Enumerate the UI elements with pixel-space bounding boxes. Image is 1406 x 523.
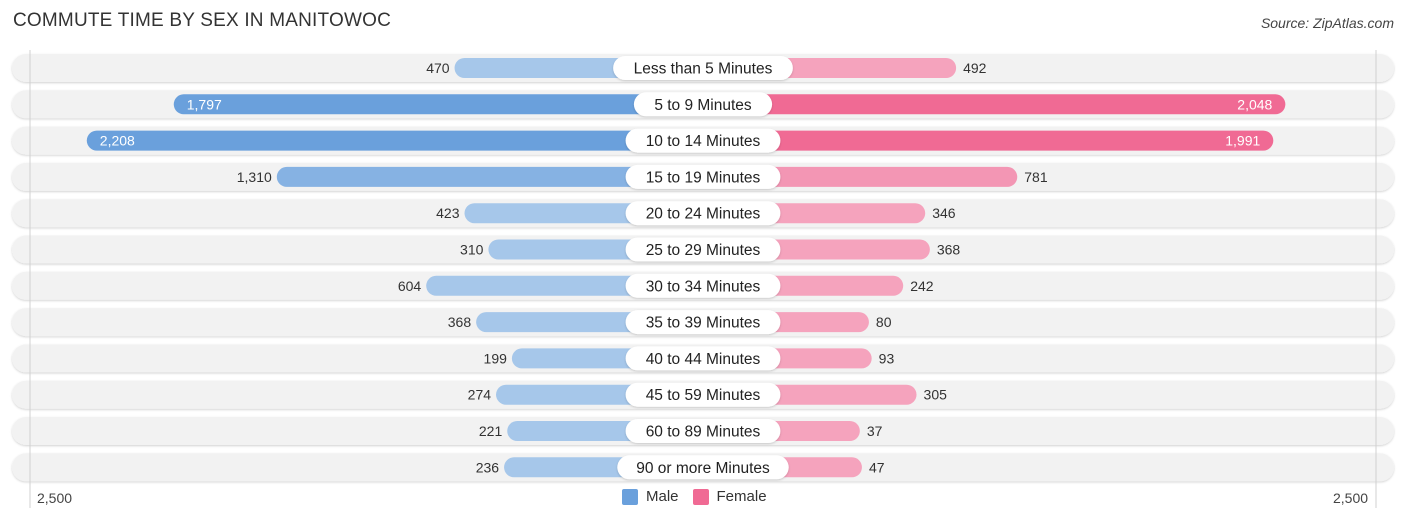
category-label: 20 to 24 Minutes (646, 206, 761, 223)
value-label-female: 2,048 (1237, 96, 1272, 112)
value-label-female: 368 (937, 242, 961, 258)
value-label-female: 242 (910, 278, 934, 294)
legend-swatch-female (692, 488, 709, 505)
value-label-female: 1,991 (1225, 133, 1260, 149)
category-label: 5 to 9 Minutes (654, 97, 752, 114)
category-label: 45 to 59 Minutes (646, 387, 761, 404)
value-label-male: 310 (460, 242, 484, 258)
value-label-male: 2,208 (100, 133, 135, 149)
value-label-male: 221 (479, 423, 503, 439)
axis-label-right: 2,500 (1333, 490, 1369, 506)
value-label-male: 236 (476, 459, 500, 475)
category-label: Less than 5 Minutes (634, 61, 773, 78)
category-label: 60 to 89 Minutes (646, 424, 761, 441)
category-label: 90 or more Minutes (636, 460, 770, 477)
value-label-female: 37 (867, 423, 883, 439)
category-label: 35 to 39 Minutes (646, 315, 761, 332)
category-label: 15 to 19 Minutes (646, 169, 761, 186)
chart-canvas: 470 492 Less than 5 Minutes 1,797 2,048 5 to … (12, 50, 1394, 508)
axis-label-left: 2,500 (37, 490, 73, 506)
value-label-male: 470 (426, 60, 450, 76)
value-label-male: 368 (448, 314, 472, 330)
value-label-male: 274 (468, 387, 492, 403)
bar-male (173, 94, 703, 115)
value-label-female: 781 (1024, 169, 1048, 185)
value-label-male: 604 (398, 278, 422, 294)
category-label: 30 to 34 Minutes (646, 278, 761, 295)
bar-female (703, 130, 1274, 151)
legend-swatch-male (622, 488, 638, 505)
category-label: 40 to 44 Minutes (646, 351, 761, 368)
category-label: 10 to 14 Minutes (646, 133, 761, 150)
bar-male (86, 130, 703, 151)
legend-label-female: Female (716, 488, 767, 505)
legend-item-female[interactable]: Female (692, 488, 767, 505)
value-label-male: 1,310 (237, 169, 272, 185)
value-label-male: 199 (484, 350, 508, 366)
legend-item-male[interactable]: Male (622, 488, 679, 505)
legend: Male Female (622, 488, 781, 505)
bar-female (703, 94, 1286, 115)
category-label: 25 to 29 Minutes (646, 242, 761, 259)
value-label-female: 305 (924, 387, 948, 403)
value-label-female: 47 (869, 459, 885, 475)
value-label-female: 80 (876, 314, 892, 330)
legend-label-male: Male (646, 488, 679, 505)
value-label-male: 1,797 (187, 96, 222, 112)
value-label-female: 346 (932, 205, 956, 221)
value-label-female: 93 (879, 350, 895, 366)
value-label-male: 423 (436, 205, 460, 221)
value-label-female: 492 (963, 60, 987, 76)
